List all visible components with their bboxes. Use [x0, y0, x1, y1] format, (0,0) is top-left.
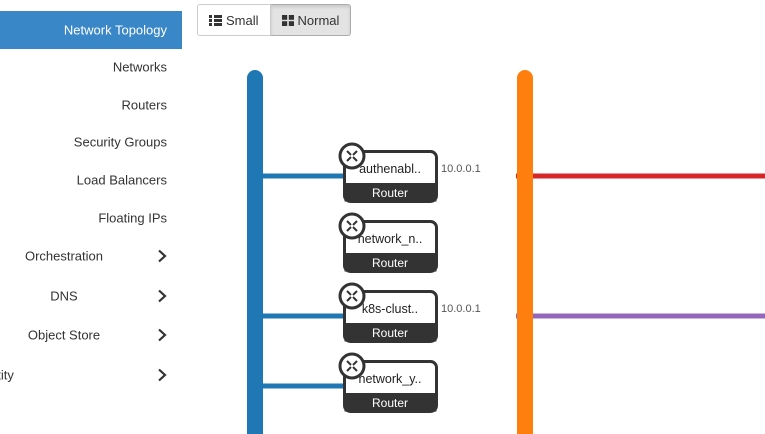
router-name: network_n.. — [358, 232, 423, 246]
chevron-right-icon — [158, 328, 167, 342]
router-name: k8s-clust.. — [362, 302, 418, 316]
sidebar-group-label: Object Store — [27, 327, 101, 343]
router-node[interactable]: network_n.. Router — [338, 212, 438, 273]
sidebar-item-networks[interactable]: Networks — [0, 48, 182, 86]
sidebar-item-label: Networks — [112, 59, 167, 75]
small-view-label: Small — [226, 12, 259, 28]
chevron-right-icon — [158, 289, 167, 303]
sidebar-item-load-balancers[interactable]: Load Balancers — [0, 161, 182, 199]
sidebar-group-label: Orchestration — [24, 248, 104, 264]
sidebar-group-identity[interactable]: ntity — [0, 356, 182, 394]
chevron-right-icon — [158, 249, 167, 263]
router-cidr: 10.0.0.1 — [441, 163, 481, 175]
sidebar-group-label: DNS — [50, 288, 78, 304]
router-name: authenabl.. — [359, 162, 421, 176]
router-icon — [338, 212, 366, 240]
sidebar-item-network-topology[interactable]: Network Topology — [0, 11, 182, 49]
small-view-button[interactable]: Small — [197, 4, 271, 36]
router-type: Router — [372, 186, 408, 200]
sidebar-item-floating-ips[interactable]: Floating IPs — [0, 199, 182, 237]
sidebar-group-object-store[interactable]: Object Store — [0, 316, 182, 354]
router-node[interactable]: authenabl.. Router 10.0.0.1 — [338, 142, 481, 203]
sidebar-item-label: Floating IPs — [98, 210, 167, 226]
th-list-icon — [209, 14, 222, 26]
sidebar-item-label: Network Topology — [63, 22, 167, 38]
topology-canvas: authenabl.. Router 10.0.0.1 network_n.. … — [182, 40, 765, 434]
normal-view-button[interactable]: Normal — [270, 4, 352, 36]
sidebar-item-label: Routers — [121, 97, 167, 113]
router-icon — [338, 352, 366, 380]
chevron-right-icon — [158, 368, 167, 382]
router-type: Router — [372, 326, 408, 340]
view-size-toggle: Small Normal — [197, 4, 352, 36]
router-icon — [338, 282, 366, 310]
topology-svg: authenabl.. Router 10.0.0.1 network_n.. … — [247, 70, 765, 434]
sidebar-item-routers[interactable]: Routers — [0, 86, 182, 124]
sidebar-item-label: Load Balancers — [76, 172, 167, 188]
router-type: Router — [372, 396, 408, 410]
sidebar-item-security-groups[interactable]: Security Groups — [0, 123, 182, 161]
normal-view-label: Normal — [297, 12, 340, 28]
sidebar-item-label: Security Groups — [73, 134, 167, 150]
router-cidr: 10.0.0.1 — [441, 303, 481, 315]
router-type: Router — [372, 256, 408, 270]
router-icon — [338, 142, 366, 170]
router-node[interactable]: network_y.. Router — [338, 352, 438, 413]
sidebar-group-label: ntity — [0, 367, 14, 383]
router-node[interactable]: k8s-clust.. Router 10.0.0.1 — [338, 282, 481, 343]
th-large-icon — [281, 14, 294, 26]
sidebar-group-orchestration[interactable]: Orchestration — [0, 237, 182, 275]
router-name: network_y.. — [359, 372, 422, 386]
sidebar-group-dns[interactable]: DNS — [0, 277, 182, 315]
sidebar: Network Topology Networks Routers Securi… — [0, 0, 182, 434]
